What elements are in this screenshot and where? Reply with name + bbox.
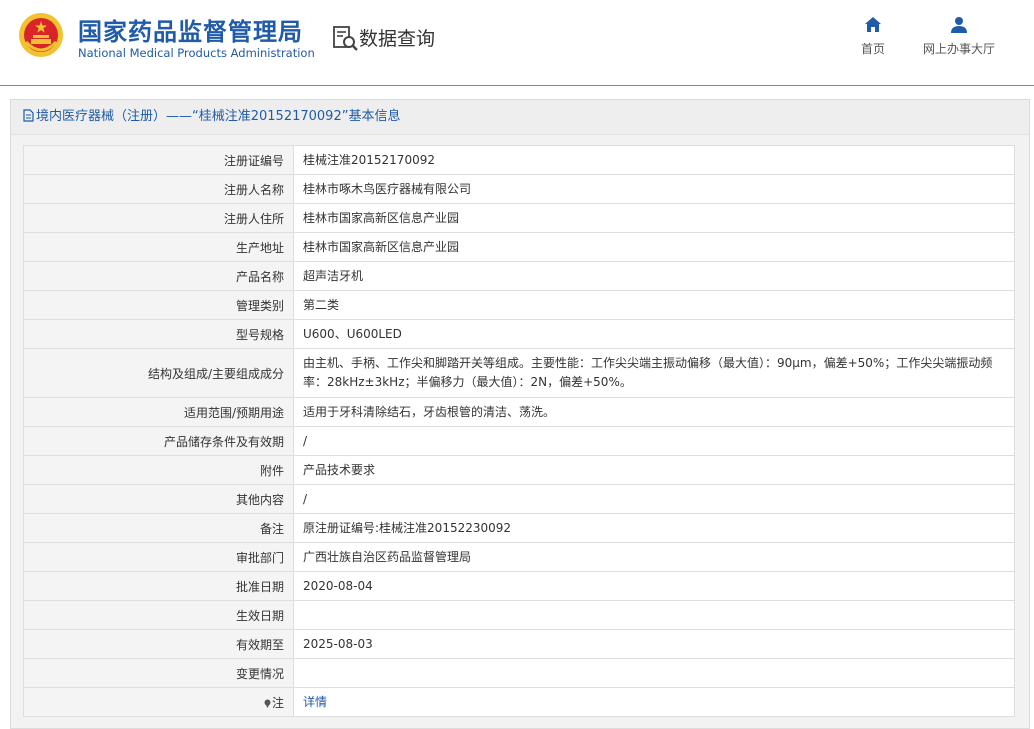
field-label: 有效期至 bbox=[23, 629, 294, 659]
table-row: 有效期至 2025-08-03 bbox=[23, 629, 1015, 659]
field-value: 产品技术要求 bbox=[293, 455, 1015, 485]
field-value: 2020-08-04 bbox=[293, 571, 1015, 601]
data-query-label[interactable]: 数据查询 bbox=[359, 24, 435, 51]
nav-home-label: 首页 bbox=[860, 42, 885, 56]
site-header: 国家药品监督管理局 National Medical Products Admi… bbox=[0, 0, 1034, 86]
note-label-cell: 注 bbox=[23, 687, 294, 717]
table-row: 型号规格 U600、U600LED bbox=[23, 319, 1015, 349]
field-value: 超声洁牙机 bbox=[293, 261, 1015, 291]
field-value: / bbox=[293, 484, 1015, 514]
field-value: 广西壮族自治区药品监督管理局 bbox=[293, 542, 1015, 572]
field-label: 注册证编号 bbox=[23, 145, 294, 175]
field-label: 产品储存条件及有效期 bbox=[23, 426, 294, 456]
field-value: 2025-08-03 bbox=[293, 629, 1015, 659]
field-label: 其他内容 bbox=[23, 484, 294, 514]
details-link[interactable]: 详情 bbox=[303, 695, 327, 709]
table-row: 注册证编号 桂械注准20152170092 bbox=[23, 145, 1015, 175]
field-label: 管理类别 bbox=[23, 290, 294, 320]
table-row: 生效日期 bbox=[23, 600, 1015, 630]
nav-online-hall[interactable]: 网上办事大厅 bbox=[918, 16, 1000, 57]
field-value: 第二类 bbox=[293, 290, 1015, 320]
table-row: 产品储存条件及有效期 / bbox=[23, 426, 1015, 456]
field-value: U600、U600LED bbox=[293, 319, 1015, 349]
table-row: 管理类别 第二类 bbox=[23, 290, 1015, 320]
table-row: 其他内容 / bbox=[23, 484, 1015, 514]
data-query-icon bbox=[333, 26, 358, 51]
field-label: 生产地址 bbox=[23, 232, 294, 262]
table-row: 注册人住所 桂林市国家高新区信息产业园 bbox=[23, 203, 1015, 233]
field-value bbox=[293, 600, 1015, 630]
field-label: 产品名称 bbox=[23, 261, 294, 291]
field-value: 桂林市啄木鸟医疗器械有限公司 bbox=[293, 174, 1015, 204]
field-label: 附件 bbox=[23, 455, 294, 485]
table-row: 变更情况 bbox=[23, 658, 1015, 688]
table-row: 产品名称 超声洁牙机 bbox=[23, 261, 1015, 291]
pin-icon bbox=[264, 699, 271, 708]
panel-title: 境内医疗器械（注册）——“桂械注准20152170092”基本信息 bbox=[36, 109, 401, 124]
field-label: 批准日期 bbox=[23, 571, 294, 601]
field-label: 备注 bbox=[23, 513, 294, 543]
field-label: 注册人名称 bbox=[23, 174, 294, 204]
table-row: 注册人名称 桂林市啄木鸟医疗器械有限公司 bbox=[23, 174, 1015, 204]
field-value: / bbox=[293, 426, 1015, 456]
site-subtitle: National Medical Products Administration bbox=[78, 46, 315, 60]
field-value: 由主机、手柄、工作尖和脚踏开关等组成。主要性能：工作尖尖端主振动偏移（最大值）：… bbox=[293, 348, 1015, 398]
national-emblem-icon bbox=[19, 13, 63, 57]
document-icon bbox=[23, 109, 34, 122]
note-label: 注 bbox=[271, 695, 284, 710]
table-row: 适用范围/预期用途 适用于牙科清除结石，牙齿根管的清洁、荡洗。 bbox=[23, 397, 1015, 427]
field-label: 结构及组成/主要组成成分 bbox=[23, 348, 294, 398]
field-label: 变更情况 bbox=[23, 658, 294, 688]
table-row-note: 注 详情 bbox=[23, 687, 1015, 717]
table-row: 批准日期 2020-08-04 bbox=[23, 571, 1015, 601]
table-row: 生产地址 桂林市国家高新区信息产业园 bbox=[23, 232, 1015, 262]
table-row: 附件 产品技术要求 bbox=[23, 455, 1015, 485]
nav-home[interactable]: 首页 bbox=[856, 16, 890, 57]
table-row: 结构及组成/主要组成成分 由主机、手柄、工作尖和脚踏开关等组成。主要性能：工作尖尖… bbox=[23, 348, 1015, 398]
field-label: 注册人住所 bbox=[23, 203, 294, 233]
field-value: 桂械注准20152170092 bbox=[293, 145, 1015, 175]
field-value: 桂林市国家高新区信息产业园 bbox=[293, 232, 1015, 262]
field-value: 适用于牙科清除结石，牙齿根管的清洁、荡洗。 bbox=[293, 397, 1015, 427]
nav-online-hall-label: 网上办事大厅 bbox=[922, 42, 995, 56]
field-value: 桂林市国家高新区信息产业园 bbox=[293, 203, 1015, 233]
field-label: 审批部门 bbox=[23, 542, 294, 572]
home-icon bbox=[865, 17, 881, 32]
info-panel: 境内医疗器械（注册）——“桂械注准20152170092”基本信息 注册证编号桂… bbox=[10, 99, 1030, 729]
site-title: 国家药品监督管理局 bbox=[78, 18, 303, 46]
field-label: 型号规格 bbox=[23, 319, 294, 349]
table-row: 审批部门 广西壮族自治区药品监督管理局 bbox=[23, 542, 1015, 572]
field-label: 适用范围/预期用途 bbox=[23, 397, 294, 427]
user-icon bbox=[951, 17, 967, 33]
field-value bbox=[293, 658, 1015, 688]
field-label: 生效日期 bbox=[23, 600, 294, 630]
registration-info-table: 注册证编号 桂械注准20152170092 注册人名称 桂林市啄木鸟医疗器械有限公司注… bbox=[23, 145, 1015, 717]
note-value-cell: 详情 bbox=[293, 687, 1015, 717]
table-row: 备注 原注册证编号:桂械注准20152230092 bbox=[23, 513, 1015, 543]
field-value: 原注册证编号:桂械注准20152230092 bbox=[293, 513, 1015, 543]
panel-title-bar: 境内医疗器械（注册）——“桂械注准20152170092”基本信息 bbox=[11, 100, 1029, 135]
